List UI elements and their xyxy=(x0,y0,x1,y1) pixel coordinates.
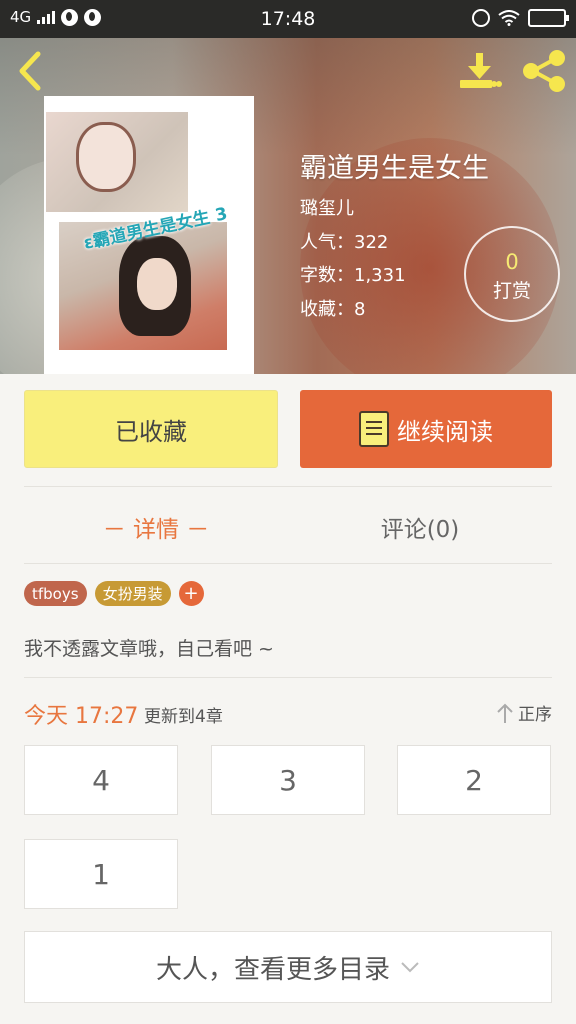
chevron-left-icon xyxy=(19,51,41,91)
back-button[interactable] xyxy=(14,50,44,92)
chapter-item[interactable]: 3 xyxy=(211,745,365,815)
arrow-up-icon xyxy=(497,703,513,723)
tab-comments[interactable]: 评论(0) xyxy=(288,505,552,549)
add-tag-button[interactable]: + xyxy=(178,581,204,606)
tab-details[interactable]: － 详情 － xyxy=(24,505,288,549)
tag-list: tfboys 女扮男装 + xyxy=(24,581,204,606)
divider xyxy=(24,486,552,487)
continue-reading-label: 继续阅读 xyxy=(397,417,493,446)
book-word-count: 字数：1,331 xyxy=(300,265,406,286)
update-text: 更新到4章 xyxy=(144,707,223,727)
tag-tfboys[interactable]: tfboys xyxy=(24,581,87,606)
reward-label: 打赏 xyxy=(492,280,531,302)
chapter-item[interactable]: 1 xyxy=(24,839,178,909)
status-bar: 4G 17:48 xyxy=(0,0,576,38)
update-info: 今天 17:27 更新到4章 正序 xyxy=(24,698,552,729)
download-icon xyxy=(460,53,502,88)
book-description: 我不透露文章哦，自己看吧 ~ xyxy=(24,638,274,660)
update-time: 今天 17:27 xyxy=(24,704,139,729)
chapter-item[interactable]: 4 xyxy=(24,745,178,815)
chevron-down-icon xyxy=(401,962,419,973)
battery-icon xyxy=(528,9,569,27)
continue-reading-button[interactable]: 继续阅读 xyxy=(300,390,552,468)
divider xyxy=(24,563,552,564)
reward-count: 0 xyxy=(505,250,519,274)
share-button[interactable] xyxy=(521,50,567,92)
wifi-icon xyxy=(498,10,520,26)
download-button[interactable] xyxy=(458,50,502,92)
divider xyxy=(24,677,552,678)
alarm-icon xyxy=(472,9,490,27)
reward-button[interactable]: 0 打赏 xyxy=(464,226,560,322)
more-catalog-button[interactable]: 大人，查看更多目录 xyxy=(24,931,552,1003)
status-right xyxy=(472,9,569,27)
sort-order-label: 正序 xyxy=(518,705,552,725)
collected-button[interactable]: 已收藏 xyxy=(24,390,278,468)
more-catalog-label: 大人，查看更多目录 xyxy=(155,954,390,985)
chapter-item[interactable]: 2 xyxy=(397,745,551,815)
book-popularity: 人气：322 xyxy=(300,232,389,253)
book-favorites: 收藏：8 xyxy=(300,299,366,320)
book-cover[interactable]: ε霸道男生是女生 3 xyxy=(44,96,254,374)
cover-illustration-top xyxy=(46,112,188,212)
book-title: 霸道男生是女生 xyxy=(300,153,489,184)
book-icon xyxy=(359,411,389,447)
tag-cross-dressing[interactable]: 女扮男装 xyxy=(94,581,171,606)
share-icon xyxy=(523,50,565,92)
book-author[interactable]: 璐玺儿 xyxy=(300,194,354,220)
sort-order-button[interactable]: 正序 xyxy=(496,700,552,725)
collected-button-label: 已收藏 xyxy=(115,417,187,446)
